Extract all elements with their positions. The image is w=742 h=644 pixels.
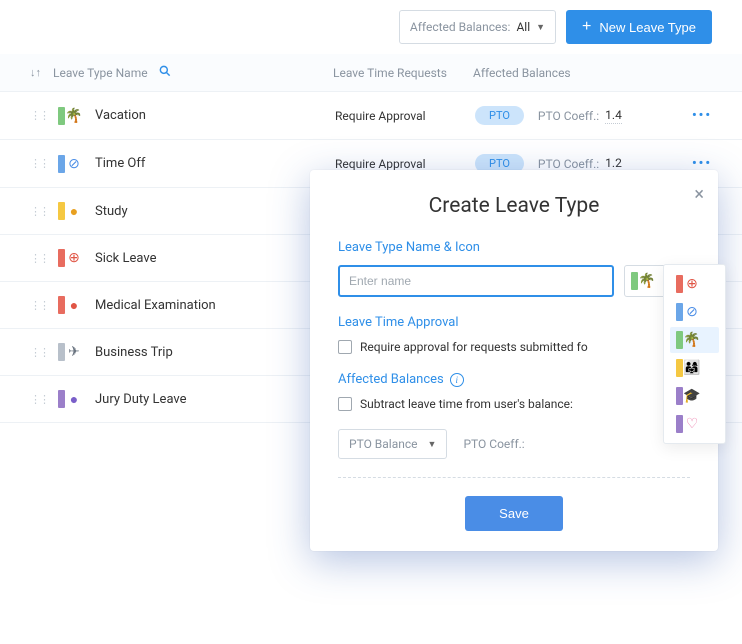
leave-type-name: Study (95, 204, 335, 219)
coeff-label: PTO Coeff.: (538, 157, 599, 171)
drag-handle-icon[interactable]: ⋮⋮ (30, 346, 48, 359)
icon-option-vacation[interactable]: 🌴 (670, 327, 719, 353)
leave-type-name: Medical Examination (95, 298, 335, 313)
icon-option-timeoff[interactable]: ⊘ (670, 299, 719, 325)
leave-type-icon: ✈ (58, 343, 83, 361)
leave-request-mode: Require Approval (335, 157, 475, 171)
drag-handle-icon[interactable]: ⋮⋮ (30, 157, 48, 170)
close-icon[interactable]: × (694, 184, 704, 205)
balance-checkbox-label: Subtract leave time from user's balance: (360, 397, 573, 411)
filter-value: All (516, 20, 530, 34)
info-icon[interactable]: i (450, 373, 464, 387)
pto-pill: PTO (475, 106, 524, 125)
create-leave-type-modal: × Create Leave Type Leave Type Name & Ic… (310, 170, 718, 551)
drag-handle-icon[interactable]: ⋮⋮ (30, 252, 48, 265)
icon-option-family[interactable]: 👨‍👩‍👧 (670, 355, 719, 381)
leave-type-icon: ⊘ (58, 155, 83, 173)
balance-select[interactable]: PTO Balance ▼ (338, 429, 447, 459)
new-leave-type-button[interactable]: + New Leave Type (566, 10, 712, 44)
leave-type-icon: 🌴 (58, 107, 83, 125)
chevron-down-icon: ▼ (428, 439, 437, 450)
search-icon[interactable] (158, 64, 172, 81)
sort-icon[interactable]: ↓↑ (30, 66, 41, 79)
leave-type-icon: ● (58, 202, 83, 220)
affected-balance-cell: PTO PTO Coeff.: 1.4 ••• (475, 106, 712, 125)
more-icon[interactable]: ••• (692, 108, 712, 123)
leave-type-icon: ● (58, 296, 83, 314)
col-balances[interactable]: Affected Balances (473, 66, 712, 80)
require-approval-checkbox[interactable] (338, 340, 352, 354)
divider (338, 477, 690, 478)
icon-picker: ⊕ ⊘ 🌴 👨‍👩‍👧 🎓 ♡ (663, 264, 726, 444)
coeff-value: 1.4 (605, 108, 622, 124)
more-icon[interactable]: ••• (692, 156, 712, 171)
drag-handle-icon[interactable]: ⋮⋮ (30, 109, 48, 122)
col-requests[interactable]: Leave Time Requests (333, 66, 473, 80)
leave-type-name-input[interactable] (338, 265, 614, 297)
filter-label: Affected Balances: (410, 20, 511, 34)
leave-type-icon: ⊕ (58, 249, 83, 267)
table-header: ↓↑ Leave Type Name Leave Time Requests A… (0, 54, 742, 92)
coeff-label: PTO Coeff.: (463, 437, 524, 451)
balances-section-label: Affected Balances i (338, 372, 690, 387)
drag-handle-icon[interactable]: ⋮⋮ (30, 299, 48, 312)
chevron-down-icon: ▼ (536, 22, 545, 33)
leave-type-name: Time Off (95, 156, 335, 171)
leave-request-mode: Require Approval (335, 109, 475, 123)
approval-checkbox-label: Require approval for requests submitted … (360, 340, 588, 354)
leave-type-name: Sick Leave (95, 251, 335, 266)
subtract-balance-checkbox[interactable] (338, 397, 352, 411)
icon-option-medical[interactable]: ♡ (670, 411, 719, 437)
icon-option-study[interactable]: 🎓 (670, 383, 719, 409)
save-button[interactable]: Save (465, 496, 563, 531)
leave-type-icon: ● (58, 390, 83, 408)
drag-handle-icon[interactable]: ⋮⋮ (30, 205, 48, 218)
name-section-label: Leave Type Name & Icon (338, 240, 690, 255)
col-name[interactable]: Leave Type Name (53, 66, 148, 80)
leave-type-name: Business Trip (95, 345, 335, 360)
drag-handle-icon[interactable]: ⋮⋮ (30, 393, 48, 406)
approval-section-label: Leave Time Approval (338, 315, 690, 330)
modal-title: Create Leave Type (338, 194, 690, 218)
leave-type-name: Vacation (95, 108, 335, 123)
filter-affected-balances[interactable]: Affected Balances: All ▼ (399, 10, 556, 44)
icon-option-sick[interactable]: ⊕ (670, 271, 719, 297)
plus-icon: + (582, 18, 591, 36)
leave-type-name: Jury Duty Leave (95, 392, 335, 407)
new-btn-label: New Leave Type (599, 20, 696, 35)
coeff-label: PTO Coeff.: (538, 109, 599, 123)
table-row[interactable]: ⋮⋮ 🌴 Vacation Require Approval PTO PTO Co… (0, 92, 742, 140)
